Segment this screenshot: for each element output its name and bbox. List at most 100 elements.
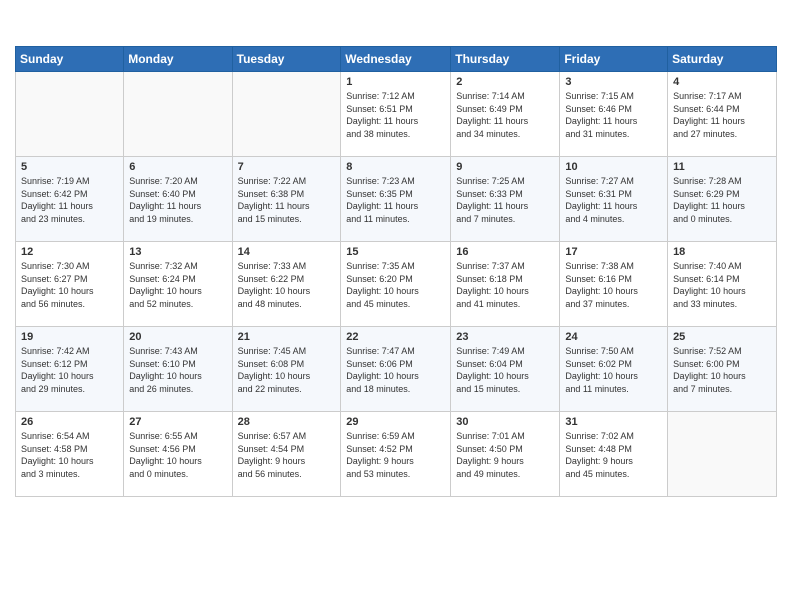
calendar-cell: 9 Sunrise: 7:25 AM Sunset: 6:33 PM Daylig… <box>451 157 560 242</box>
day-info: Sunrise: 7:01 AM Sunset: 4:50 PM Dayligh… <box>456 430 554 480</box>
calendar-cell: 1 Sunrise: 7:12 AM Sunset: 6:51 PM Daylig… <box>341 72 451 157</box>
calendar-header-row: SundayMondayTuesdayWednesdayThursdayFrid… <box>16 47 777 72</box>
day-number: 26 <box>21 416 118 428</box>
day-info: Sunrise: 6:55 AM Sunset: 4:56 PM Dayligh… <box>129 430 226 480</box>
calendar-cell: 30 Sunrise: 7:01 AM Sunset: 4:50 PM Dayli… <box>451 412 560 497</box>
day-number: 16 <box>456 246 554 258</box>
logo-icon <box>15 10 43 38</box>
day-info: Sunrise: 6:54 AM Sunset: 4:58 PM Dayligh… <box>21 430 118 480</box>
day-info: Sunrise: 7:19 AM Sunset: 6:42 PM Dayligh… <box>21 175 118 225</box>
day-number: 31 <box>565 416 662 428</box>
day-info: Sunrise: 6:59 AM Sunset: 4:52 PM Dayligh… <box>346 430 445 480</box>
calendar-cell: 16 Sunrise: 7:37 AM Sunset: 6:18 PM Dayli… <box>451 242 560 327</box>
day-number: 30 <box>456 416 554 428</box>
calendar-header-wednesday: Wednesday <box>341 47 451 72</box>
day-info: Sunrise: 7:42 AM Sunset: 6:12 PM Dayligh… <box>21 345 118 395</box>
calendar-cell: 4 Sunrise: 7:17 AM Sunset: 6:44 PM Daylig… <box>668 72 777 157</box>
day-number: 3 <box>565 76 662 88</box>
page-container: SundayMondayTuesdayWednesdayThursdayFrid… <box>0 0 792 507</box>
day-info: Sunrise: 7:35 AM Sunset: 6:20 PM Dayligh… <box>346 260 445 310</box>
day-number: 1 <box>346 76 445 88</box>
day-number: 19 <box>21 331 118 343</box>
calendar-cell: 27 Sunrise: 6:55 AM Sunset: 4:56 PM Dayli… <box>124 412 232 497</box>
day-info: Sunrise: 7:25 AM Sunset: 6:33 PM Dayligh… <box>456 175 554 225</box>
day-info: Sunrise: 7:23 AM Sunset: 6:35 PM Dayligh… <box>346 175 445 225</box>
day-number: 11 <box>673 161 771 173</box>
day-number: 4 <box>673 76 771 88</box>
day-info: Sunrise: 7:33 AM Sunset: 6:22 PM Dayligh… <box>238 260 336 310</box>
day-number: 21 <box>238 331 336 343</box>
day-number: 8 <box>346 161 445 173</box>
day-number: 20 <box>129 331 226 343</box>
calendar-cell <box>668 412 777 497</box>
day-info: Sunrise: 7:28 AM Sunset: 6:29 PM Dayligh… <box>673 175 771 225</box>
day-info: Sunrise: 6:57 AM Sunset: 4:54 PM Dayligh… <box>238 430 336 480</box>
day-info: Sunrise: 7:15 AM Sunset: 6:46 PM Dayligh… <box>565 90 662 140</box>
calendar-cell: 7Sunrise: 7:22 AM Sunset: 6:38 PM Daylig… <box>232 157 341 242</box>
calendar-cell <box>124 72 232 157</box>
calendar-cell <box>232 72 341 157</box>
calendar-cell: 10 Sunrise: 7:27 AM Sunset: 6:31 PM Dayli… <box>560 157 668 242</box>
day-info: Sunrise: 7:14 AM Sunset: 6:49 PM Dayligh… <box>456 90 554 140</box>
calendar-cell: 17 Sunrise: 7:38 AM Sunset: 6:16 PM Dayli… <box>560 242 668 327</box>
calendar-cell: 23 Sunrise: 7:49 AM Sunset: 6:04 PM Dayli… <box>451 327 560 412</box>
logo <box>15 10 47 38</box>
day-info: Sunrise: 7:12 AM Sunset: 6:51 PM Dayligh… <box>346 90 445 140</box>
day-number: 13 <box>129 246 226 258</box>
calendar-cell: 26 Sunrise: 6:54 AM Sunset: 4:58 PM Dayli… <box>16 412 124 497</box>
day-number: 14 <box>238 246 336 258</box>
calendar-header-thursday: Thursday <box>451 47 560 72</box>
day-info: Sunrise: 7:37 AM Sunset: 6:18 PM Dayligh… <box>456 260 554 310</box>
day-info: Sunrise: 7:20 AM Sunset: 6:40 PM Dayligh… <box>129 175 226 225</box>
calendar-week-5: 26 Sunrise: 6:54 AM Sunset: 4:58 PM Dayli… <box>16 412 777 497</box>
calendar-cell: 13 Sunrise: 7:32 AM Sunset: 6:24 PM Dayli… <box>124 242 232 327</box>
day-info: Sunrise: 7:38 AM Sunset: 6:16 PM Dayligh… <box>565 260 662 310</box>
calendar-cell: 18 Sunrise: 7:40 AM Sunset: 6:14 PM Dayli… <box>668 242 777 327</box>
calendar-cell: 20Sunrise: 7:43 AM Sunset: 6:10 PM Dayli… <box>124 327 232 412</box>
calendar-header-monday: Monday <box>124 47 232 72</box>
day-number: 7 <box>238 161 336 173</box>
day-number: 17 <box>565 246 662 258</box>
day-number: 25 <box>673 331 771 343</box>
calendar-cell: 2 Sunrise: 7:14 AM Sunset: 6:49 PM Daylig… <box>451 72 560 157</box>
calendar-cell: 28 Sunrise: 6:57 AM Sunset: 4:54 PM Dayli… <box>232 412 341 497</box>
day-number: 23 <box>456 331 554 343</box>
calendar-cell: 31Sunrise: 7:02 AM Sunset: 4:48 PM Dayli… <box>560 412 668 497</box>
calendar-cell: 5 Sunrise: 7:19 AM Sunset: 6:42 PM Daylig… <box>16 157 124 242</box>
day-info: Sunrise: 7:27 AM Sunset: 6:31 PM Dayligh… <box>565 175 662 225</box>
calendar-cell: 25 Sunrise: 7:52 AM Sunset: 6:00 PM Dayli… <box>668 327 777 412</box>
day-number: 18 <box>673 246 771 258</box>
calendar-cell: 3 Sunrise: 7:15 AM Sunset: 6:46 PM Daylig… <box>560 72 668 157</box>
day-number: 27 <box>129 416 226 428</box>
calendar-cell: 15Sunrise: 7:35 AM Sunset: 6:20 PM Dayli… <box>341 242 451 327</box>
day-info: Sunrise: 7:17 AM Sunset: 6:44 PM Dayligh… <box>673 90 771 140</box>
calendar-week-3: 12 Sunrise: 7:30 AM Sunset: 6:27 PM Dayli… <box>16 242 777 327</box>
calendar-week-1: 1 Sunrise: 7:12 AM Sunset: 6:51 PM Daylig… <box>16 72 777 157</box>
day-info: Sunrise: 7:47 AM Sunset: 6:06 PM Dayligh… <box>346 345 445 395</box>
calendar-cell: 8 Sunrise: 7:23 AM Sunset: 6:35 PM Daylig… <box>341 157 451 242</box>
day-info: Sunrise: 7:30 AM Sunset: 6:27 PM Dayligh… <box>21 260 118 310</box>
day-number: 2 <box>456 76 554 88</box>
day-number: 10 <box>565 161 662 173</box>
calendar-cell: 19 Sunrise: 7:42 AM Sunset: 6:12 PM Dayli… <box>16 327 124 412</box>
day-info: Sunrise: 7:52 AM Sunset: 6:00 PM Dayligh… <box>673 345 771 395</box>
header <box>15 10 777 38</box>
calendar-week-2: 5 Sunrise: 7:19 AM Sunset: 6:42 PM Daylig… <box>16 157 777 242</box>
day-number: 12 <box>21 246 118 258</box>
day-info: Sunrise: 7:49 AM Sunset: 6:04 PM Dayligh… <box>456 345 554 395</box>
day-number: 9 <box>456 161 554 173</box>
day-info: Sunrise: 7:40 AM Sunset: 6:14 PM Dayligh… <box>673 260 771 310</box>
calendar-header-tuesday: Tuesday <box>232 47 341 72</box>
day-number: 24 <box>565 331 662 343</box>
calendar-cell: 24Sunrise: 7:50 AM Sunset: 6:02 PM Dayli… <box>560 327 668 412</box>
day-number: 6 <box>129 161 226 173</box>
calendar-cell: 29Sunrise: 6:59 AM Sunset: 4:52 PM Dayli… <box>341 412 451 497</box>
calendar-cell <box>16 72 124 157</box>
calendar-cell: 12 Sunrise: 7:30 AM Sunset: 6:27 PM Dayli… <box>16 242 124 327</box>
calendar-header-saturday: Saturday <box>668 47 777 72</box>
calendar-cell: 21Sunrise: 7:45 AM Sunset: 6:08 PM Dayli… <box>232 327 341 412</box>
day-number: 28 <box>238 416 336 428</box>
day-number: 5 <box>21 161 118 173</box>
day-number: 22 <box>346 331 445 343</box>
day-info: Sunrise: 7:32 AM Sunset: 6:24 PM Dayligh… <box>129 260 226 310</box>
